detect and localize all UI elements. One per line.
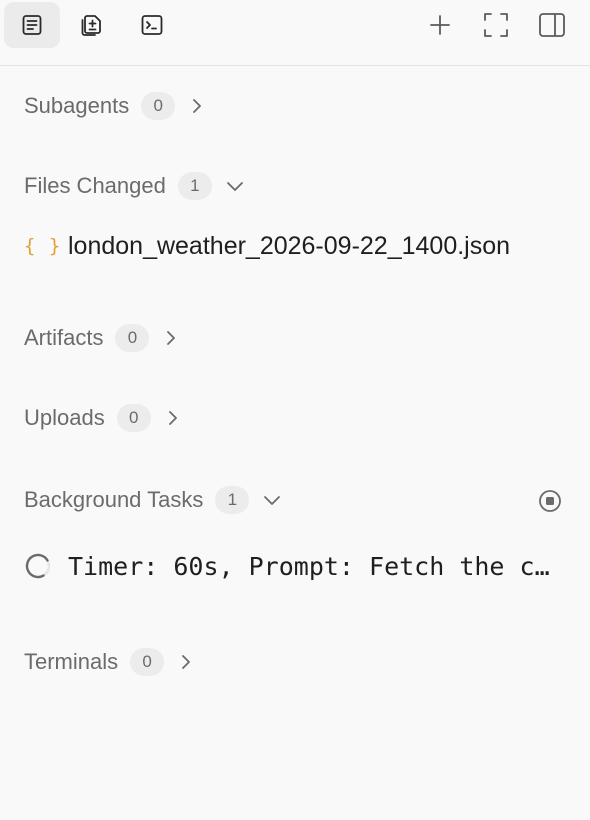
terminal-icon — [141, 15, 163, 35]
section-terminals[interactable]: Terminals 0 — [24, 644, 194, 680]
section-files-changed[interactable]: Files Changed 1 — [24, 168, 244, 204]
fullscreen-icon — [484, 13, 508, 37]
section-title: Subagents — [24, 93, 130, 118]
stop-circle-icon — [539, 490, 561, 512]
terminal-view-button[interactable] — [124, 2, 180, 48]
file-diff-icon — [81, 15, 101, 36]
section-artifacts[interactable]: Artifacts 0 — [24, 320, 179, 356]
file-diff-button[interactable] — [64, 2, 120, 48]
changed-file-item[interactable]: { } london_weather_2026-09-22_1400.json — [24, 226, 564, 266]
section-title: Artifacts — [24, 325, 104, 350]
json-icon: { } — [24, 235, 62, 257]
section-uploads[interactable]: Uploads 0 — [24, 400, 181, 436]
spinner-icon — [24, 552, 68, 580]
panel-toolbar — [0, 0, 590, 66]
chevron-down-icon[interactable] — [263, 492, 281, 508]
section-background-tasks[interactable]: Background Tasks 1 — [24, 482, 281, 518]
chevron-right-icon[interactable] — [178, 654, 194, 670]
count-badge: 0 — [115, 324, 150, 352]
sidebar-icon — [539, 13, 565, 37]
section-title: Terminals — [24, 649, 119, 674]
count-badge: 0 — [116, 404, 151, 432]
background-task-item[interactable]: Timer: 60s, Prompt: Fetch the current Lo… — [24, 546, 564, 586]
stop-all-tasks-button[interactable] — [536, 487, 564, 515]
count-badge: 0 — [141, 92, 176, 120]
section-title: Background Tasks — [24, 487, 204, 512]
count-badge: 1 — [177, 172, 212, 200]
section-title: Uploads — [24, 405, 105, 430]
add-button[interactable] — [412, 2, 468, 48]
document-icon — [22, 15, 42, 35]
section-title: Files Changed — [24, 173, 166, 198]
plus-icon — [430, 15, 450, 35]
file-name: london_weather_2026-09-22_1400.json — [68, 231, 511, 260]
section-subagents[interactable]: Subagents 0 — [24, 88, 205, 124]
fullscreen-button[interactable] — [468, 2, 524, 48]
chevron-right-icon[interactable] — [189, 98, 205, 114]
task-description: Timer: 60s, Prompt: Fetch the current Lo… — [68, 551, 560, 581]
chevron-down-icon[interactable] — [226, 178, 244, 194]
count-badge: 1 — [215, 486, 250, 514]
chevron-right-icon[interactable] — [165, 410, 181, 426]
chevron-right-icon[interactable] — [163, 330, 179, 346]
document-view-button[interactable] — [4, 2, 60, 48]
count-badge: 0 — [130, 648, 165, 676]
toggle-sidebar-button[interactable] — [524, 2, 580, 48]
